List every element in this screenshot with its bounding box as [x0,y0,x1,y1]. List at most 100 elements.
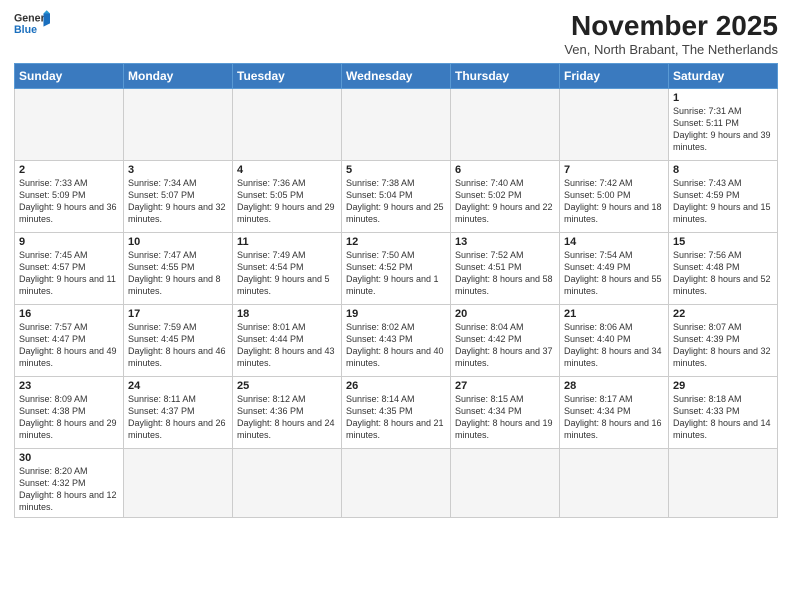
day-number: 15 [673,236,773,248]
day-info: Sunrise: 7:40 AM Sunset: 5:02 PM Dayligh… [455,177,555,226]
day-info: Sunrise: 8:12 AM Sunset: 4:36 PM Dayligh… [237,393,337,442]
day-number: 2 [19,164,119,176]
day-info: Sunrise: 7:34 AM Sunset: 5:07 PM Dayligh… [128,177,228,226]
calendar-day-cell: 16Sunrise: 7:57 AM Sunset: 4:47 PM Dayli… [15,305,124,377]
day-info: Sunrise: 8:04 AM Sunset: 4:42 PM Dayligh… [455,321,555,370]
day-number: 6 [455,164,555,176]
day-info: Sunrise: 7:36 AM Sunset: 5:05 PM Dayligh… [237,177,337,226]
day-number: 4 [237,164,337,176]
day-number: 8 [673,164,773,176]
weekday-header-thursday: Thursday [451,64,560,89]
day-number: 18 [237,308,337,320]
day-info: Sunrise: 8:17 AM Sunset: 4:34 PM Dayligh… [564,393,664,442]
day-number: 20 [455,308,555,320]
calendar-day-cell: 15Sunrise: 7:56 AM Sunset: 4:48 PM Dayli… [669,233,778,305]
calendar-day-cell [124,449,233,518]
day-info: Sunrise: 8:18 AM Sunset: 4:33 PM Dayligh… [673,393,773,442]
day-number: 1 [673,92,773,104]
day-number: 24 [128,380,228,392]
day-info: Sunrise: 8:09 AM Sunset: 4:38 PM Dayligh… [19,393,119,442]
calendar-day-cell: 8Sunrise: 7:43 AM Sunset: 4:59 PM Daylig… [669,161,778,233]
calendar-body: 1Sunrise: 7:31 AM Sunset: 5:11 PM Daylig… [15,89,778,518]
calendar-day-cell: 23Sunrise: 8:09 AM Sunset: 4:38 PM Dayli… [15,377,124,449]
svg-text:Blue: Blue [14,24,37,36]
calendar-day-cell: 22Sunrise: 8:07 AM Sunset: 4:39 PM Dayli… [669,305,778,377]
calendar-day-cell [669,449,778,518]
calendar-day-cell: 11Sunrise: 7:49 AM Sunset: 4:54 PM Dayli… [233,233,342,305]
calendar-day-cell: 7Sunrise: 7:42 AM Sunset: 5:00 PM Daylig… [560,161,669,233]
calendar-week-row: 16Sunrise: 7:57 AM Sunset: 4:47 PM Dayli… [15,305,778,377]
calendar-day-cell: 25Sunrise: 8:12 AM Sunset: 4:36 PM Dayli… [233,377,342,449]
day-number: 27 [455,380,555,392]
calendar-day-cell: 30Sunrise: 8:20 AM Sunset: 4:32 PM Dayli… [15,449,124,518]
day-number: 11 [237,236,337,248]
weekday-header-row: SundayMondayTuesdayWednesdayThursdayFrid… [15,64,778,89]
calendar-day-cell [124,89,233,161]
day-number: 10 [128,236,228,248]
calendar-week-row: 23Sunrise: 8:09 AM Sunset: 4:38 PM Dayli… [15,377,778,449]
day-info: Sunrise: 7:47 AM Sunset: 4:55 PM Dayligh… [128,249,228,298]
day-info: Sunrise: 7:31 AM Sunset: 5:11 PM Dayligh… [673,105,773,154]
calendar-day-cell: 19Sunrise: 8:02 AM Sunset: 4:43 PM Dayli… [342,305,451,377]
day-info: Sunrise: 8:14 AM Sunset: 4:35 PM Dayligh… [346,393,446,442]
day-number: 16 [19,308,119,320]
day-info: Sunrise: 8:07 AM Sunset: 4:39 PM Dayligh… [673,321,773,370]
weekday-header-sunday: Sunday [15,64,124,89]
general-blue-logo-icon: General Blue [14,10,50,40]
calendar-header: SundayMondayTuesdayWednesdayThursdayFrid… [15,64,778,89]
calendar-day-cell: 17Sunrise: 7:59 AM Sunset: 4:45 PM Dayli… [124,305,233,377]
day-info: Sunrise: 8:15 AM Sunset: 4:34 PM Dayligh… [455,393,555,442]
calendar-day-cell: 27Sunrise: 8:15 AM Sunset: 4:34 PM Dayli… [451,377,560,449]
day-number: 3 [128,164,228,176]
calendar-week-row: 2Sunrise: 7:33 AM Sunset: 5:09 PM Daylig… [15,161,778,233]
calendar-day-cell: 24Sunrise: 8:11 AM Sunset: 4:37 PM Dayli… [124,377,233,449]
calendar-week-row: 30Sunrise: 8:20 AM Sunset: 4:32 PM Dayli… [15,449,778,518]
day-info: Sunrise: 8:06 AM Sunset: 4:40 PM Dayligh… [564,321,664,370]
calendar-day-cell: 12Sunrise: 7:50 AM Sunset: 4:52 PM Dayli… [342,233,451,305]
day-info: Sunrise: 8:02 AM Sunset: 4:43 PM Dayligh… [346,321,446,370]
calendar-day-cell: 21Sunrise: 8:06 AM Sunset: 4:40 PM Dayli… [560,305,669,377]
weekday-header-saturday: Saturday [669,64,778,89]
day-number: 30 [19,452,119,464]
day-info: Sunrise: 7:33 AM Sunset: 5:09 PM Dayligh… [19,177,119,226]
day-number: 17 [128,308,228,320]
calendar-day-cell: 26Sunrise: 8:14 AM Sunset: 4:35 PM Dayli… [342,377,451,449]
calendar-day-cell: 18Sunrise: 8:01 AM Sunset: 4:44 PM Dayli… [233,305,342,377]
weekday-header-wednesday: Wednesday [342,64,451,89]
calendar-day-cell: 3Sunrise: 7:34 AM Sunset: 5:07 PM Daylig… [124,161,233,233]
day-number: 21 [564,308,664,320]
day-number: 14 [564,236,664,248]
calendar-day-cell: 14Sunrise: 7:54 AM Sunset: 4:49 PM Dayli… [560,233,669,305]
calendar-day-cell [560,449,669,518]
calendar-day-cell [15,89,124,161]
weekday-header-tuesday: Tuesday [233,64,342,89]
day-info: Sunrise: 7:57 AM Sunset: 4:47 PM Dayligh… [19,321,119,370]
calendar-day-cell [451,449,560,518]
day-info: Sunrise: 8:20 AM Sunset: 4:32 PM Dayligh… [19,465,119,514]
calendar-day-cell: 20Sunrise: 8:04 AM Sunset: 4:42 PM Dayli… [451,305,560,377]
day-info: Sunrise: 7:43 AM Sunset: 4:59 PM Dayligh… [673,177,773,226]
day-number: 7 [564,164,664,176]
day-info: Sunrise: 7:52 AM Sunset: 4:51 PM Dayligh… [455,249,555,298]
day-number: 26 [346,380,446,392]
day-info: Sunrise: 7:38 AM Sunset: 5:04 PM Dayligh… [346,177,446,226]
calendar-week-row: 9Sunrise: 7:45 AM Sunset: 4:57 PM Daylig… [15,233,778,305]
day-number: 28 [564,380,664,392]
day-number: 5 [346,164,446,176]
calendar-day-cell: 9Sunrise: 7:45 AM Sunset: 4:57 PM Daylig… [15,233,124,305]
calendar-title: November 2025 [564,10,778,42]
calendar-day-cell: 10Sunrise: 7:47 AM Sunset: 4:55 PM Dayli… [124,233,233,305]
page: General Blue November 2025 Ven, North Br… [0,0,792,612]
day-info: Sunrise: 7:59 AM Sunset: 4:45 PM Dayligh… [128,321,228,370]
calendar-day-cell [560,89,669,161]
calendar-table: SundayMondayTuesdayWednesdayThursdayFrid… [14,63,778,518]
weekday-header-friday: Friday [560,64,669,89]
logo: General Blue [14,10,50,40]
calendar-week-row: 1Sunrise: 7:31 AM Sunset: 5:11 PM Daylig… [15,89,778,161]
calendar-day-cell [233,89,342,161]
day-number: 19 [346,308,446,320]
header: General Blue November 2025 Ven, North Br… [14,10,778,57]
calendar-day-cell: 5Sunrise: 7:38 AM Sunset: 5:04 PM Daylig… [342,161,451,233]
day-number: 9 [19,236,119,248]
day-info: Sunrise: 7:49 AM Sunset: 4:54 PM Dayligh… [237,249,337,298]
